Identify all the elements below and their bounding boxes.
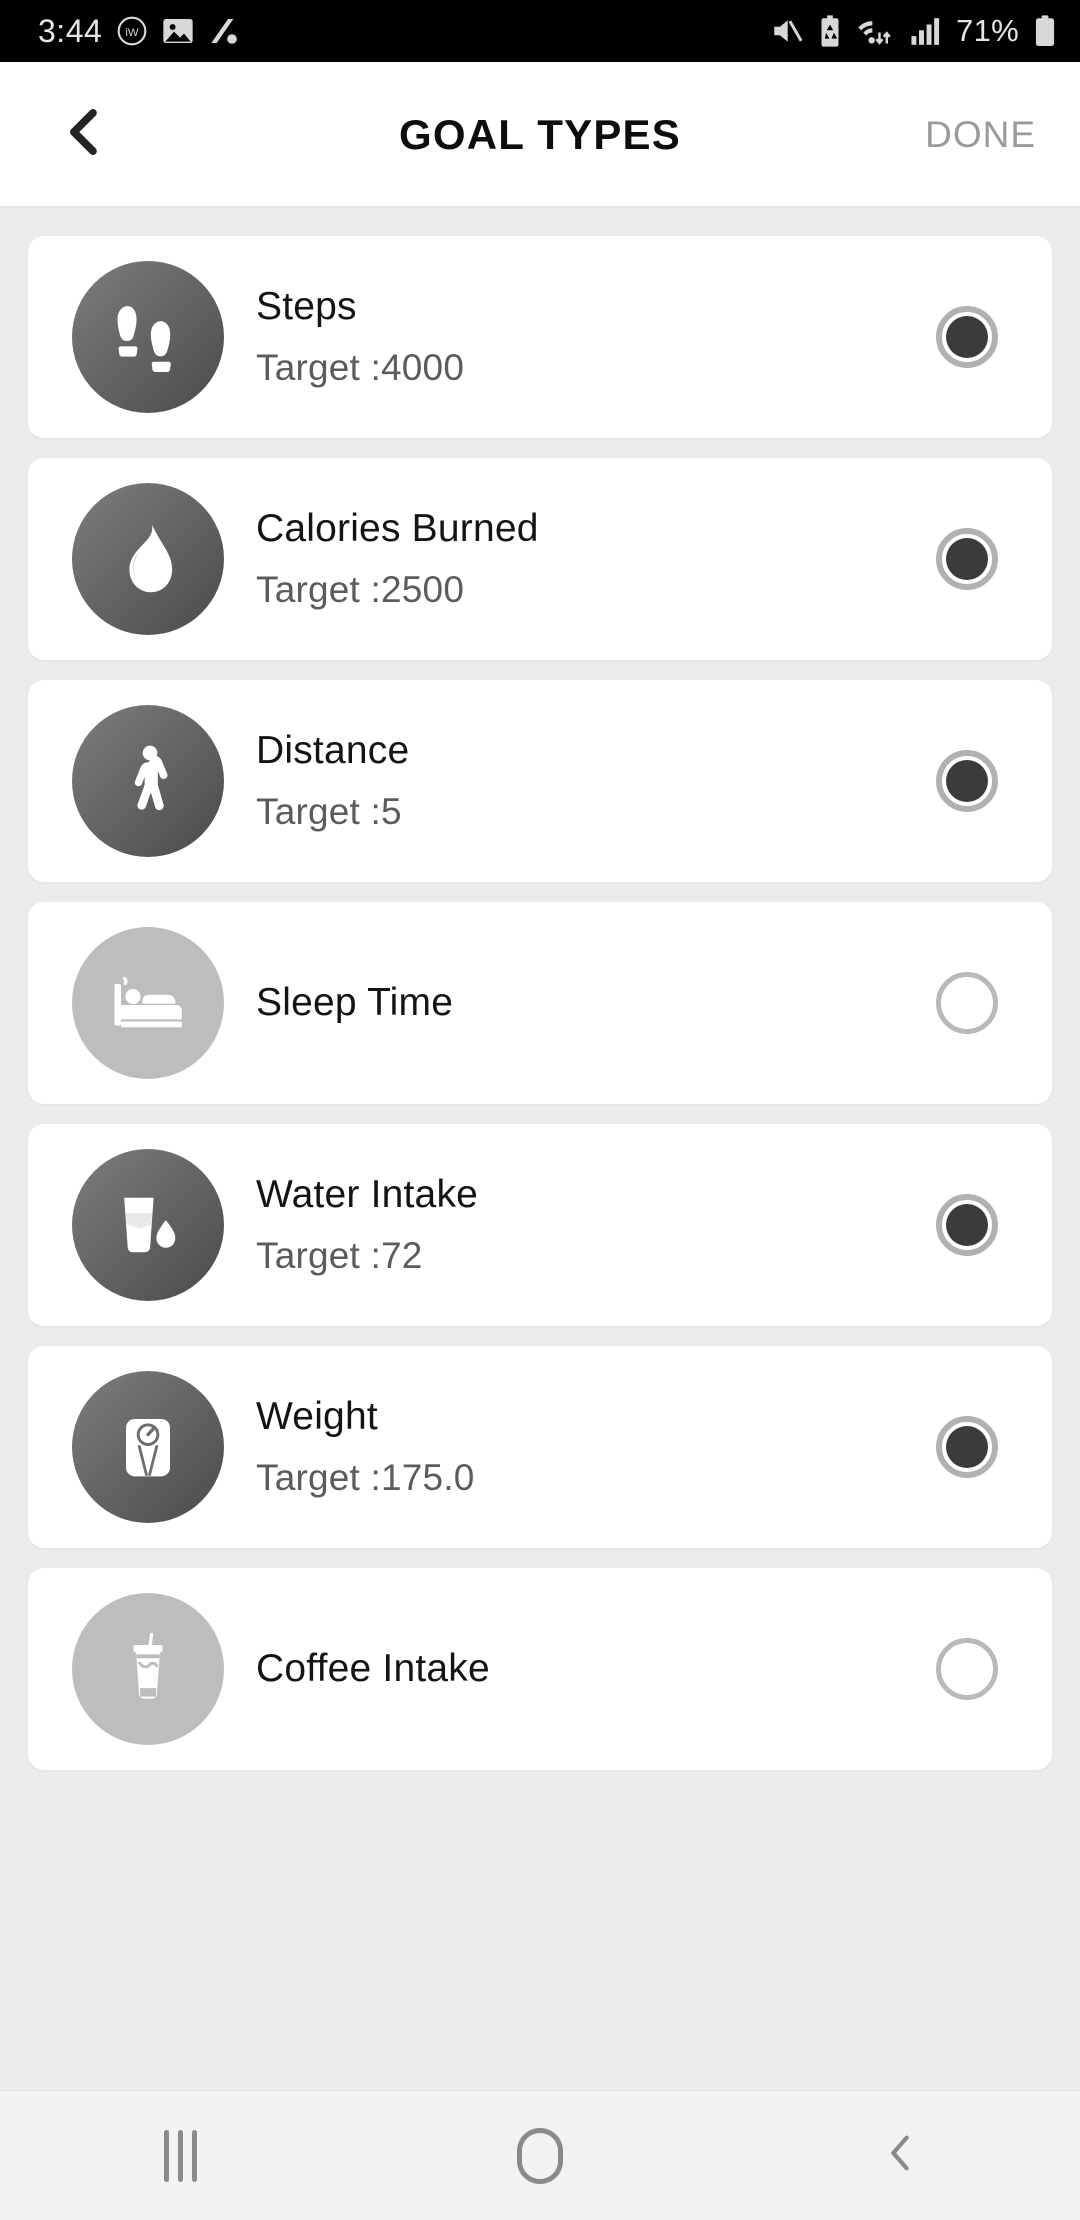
- goal-row-text: Coffee Intake: [256, 1644, 936, 1694]
- goal-title: Distance: [256, 728, 410, 772]
- goal-title: Weight: [256, 1394, 378, 1438]
- system-nav-bar: [0, 2090, 1080, 2220]
- goal-row-text: Distance Target :5: [256, 726, 936, 837]
- goal-radio-water[interactable]: [936, 1194, 998, 1256]
- recents-icon: [163, 2129, 197, 2182]
- phone-screen: 3:44 iW 71% GOAL TYPES DONE Steps Target…: [0, 0, 1080, 2220]
- goal-radio-coffee[interactable]: [936, 1638, 998, 1700]
- coffee-cup-icon: [72, 1593, 224, 1745]
- goal-radio-sleep[interactable]: [936, 972, 998, 1034]
- percent-icon: [208, 15, 240, 47]
- bed-icon: [72, 927, 224, 1079]
- status-bar-left: 3:44 iW: [38, 13, 240, 50]
- status-bar-clock: 3:44: [38, 12, 103, 49]
- home-icon: [517, 2127, 563, 2184]
- goal-target: Target :72: [256, 1235, 423, 1277]
- scale-icon: [72, 1371, 224, 1523]
- goal-target: Target :2500: [256, 569, 465, 611]
- goal-row-text: Weight Target :175.0: [256, 1392, 936, 1503]
- goal-row-text: Water Intake Target :72: [256, 1170, 936, 1281]
- battery-icon: [1032, 14, 1058, 48]
- flame-icon: [72, 483, 224, 635]
- goal-title: Sleep Time: [256, 981, 454, 1025]
- goal-radio-distance[interactable]: [936, 750, 998, 812]
- nav-recents-button[interactable]: [0, 2091, 360, 2220]
- footprints-icon: [72, 261, 224, 413]
- goal-row-calories[interactable]: Calories Burned Target :2500: [28, 458, 1052, 660]
- goal-title: Steps: [256, 284, 357, 328]
- goal-title: Water Intake: [256, 1172, 479, 1216]
- goal-title: Calories Burned: [256, 506, 539, 550]
- goal-radio-steps[interactable]: [936, 306, 998, 368]
- goal-row-distance[interactable]: Distance Target :5: [28, 680, 1052, 882]
- water-glass-icon: [72, 1149, 224, 1301]
- svg-text:iW: iW: [126, 27, 140, 39]
- iw-badge-icon: iW: [116, 15, 148, 47]
- goal-row-coffee[interactable]: Coffee Intake: [28, 1568, 1052, 1770]
- nav-home-button[interactable]: [360, 2091, 720, 2220]
- goal-target: Target :4000: [256, 347, 465, 389]
- mute-icon: [770, 14, 804, 48]
- goal-target: Target :5: [256, 791, 402, 833]
- goal-row-text: Steps Target :4000: [256, 282, 936, 393]
- goal-row-weight[interactable]: Weight Target :175.0: [28, 1346, 1052, 1548]
- goal-radio-weight[interactable]: [936, 1416, 998, 1478]
- walking-icon: [72, 705, 224, 857]
- goal-row-sleep[interactable]: Sleep Time: [28, 902, 1052, 1104]
- app-header: GOAL TYPES DONE: [0, 62, 1080, 207]
- goal-row-water[interactable]: Water Intake Target :72: [28, 1124, 1052, 1326]
- goal-row-steps[interactable]: Steps Target :4000: [28, 236, 1052, 438]
- status-bar: 3:44 iW 71%: [0, 0, 1080, 62]
- goal-row-text: Sleep Time: [256, 978, 936, 1028]
- status-bar-right: 71%: [770, 13, 1058, 49]
- signal-icon: [909, 15, 943, 47]
- wifi-icon: [856, 15, 896, 47]
- goal-title: Coffee Intake: [256, 1647, 490, 1691]
- nav-back-button[interactable]: [720, 2091, 1080, 2220]
- image-icon: [162, 16, 194, 46]
- battery-percent-label: 71%: [956, 13, 1019, 48]
- battery-saver-icon: [817, 14, 843, 48]
- goal-types-list: Steps Target :4000 Calories Burned Target …: [0, 208, 1080, 2090]
- back-icon: [877, 2130, 923, 2181]
- goal-radio-calories[interactable]: [936, 528, 998, 590]
- goal-row-text: Calories Burned Target :2500: [256, 504, 936, 615]
- goal-target: Target :175.0: [256, 1457, 475, 1499]
- done-button[interactable]: DONE: [911, 104, 1050, 166]
